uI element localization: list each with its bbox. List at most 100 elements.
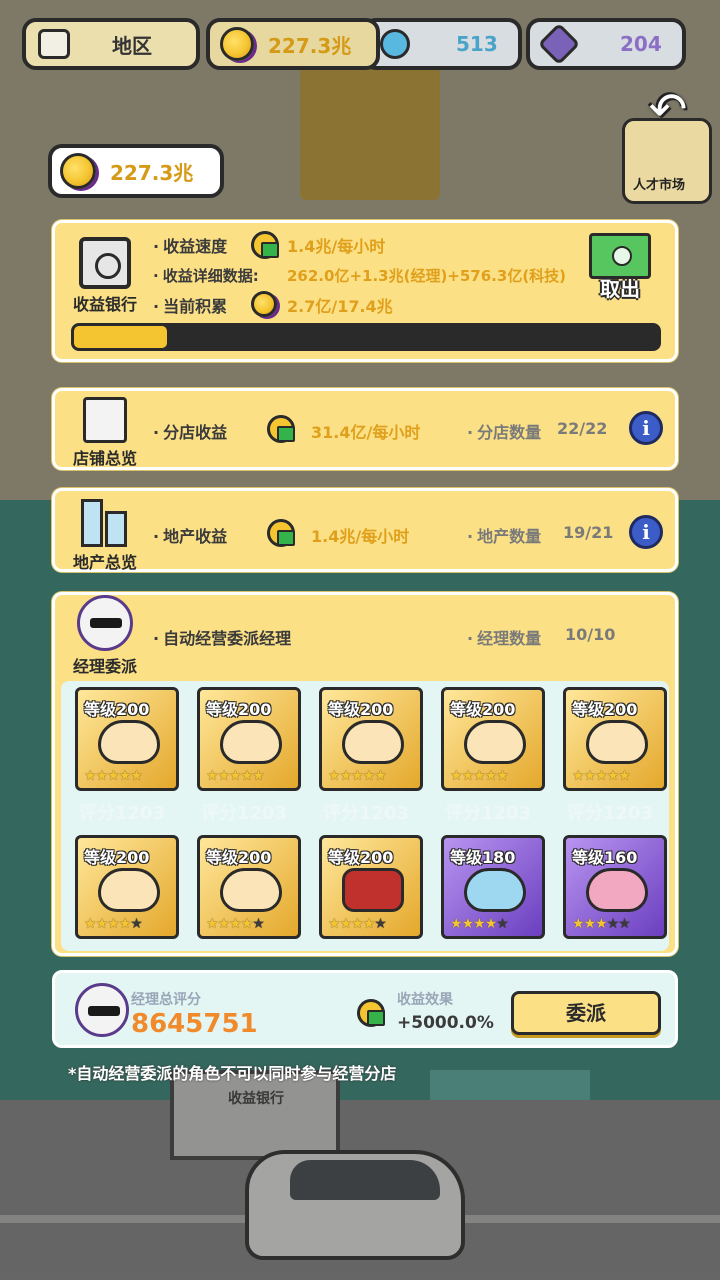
buildings-icon <box>81 499 129 547</box>
star-icon: ★ <box>461 916 475 932</box>
manager-tile[interactable]: 等级200 ★★★★★ <box>441 687 545 791</box>
star-icon: ★ <box>484 916 498 932</box>
manager-tile[interactable]: 等级200 ★★★★★ <box>319 835 423 939</box>
manager-portrait <box>220 868 282 912</box>
shop-icon <box>83 397 127 443</box>
star-icon: ★ <box>84 916 97 932</box>
shops-income-value: 31.4亿/每小时 <box>311 423 421 442</box>
star-rating: ★★★★★ <box>572 768 631 784</box>
balance-value: 227.3兆 <box>110 160 194 185</box>
estate-info-icon[interactable]: i <box>629 515 663 549</box>
star-icon: ★ <box>240 916 254 932</box>
total-score-label: 经理总评分 <box>131 992 201 1008</box>
shops-count-value: 22/22 <box>557 419 608 438</box>
star-icon: ★ <box>328 768 341 784</box>
estate-icon-box: 地产总览 <box>63 493 147 573</box>
manager-level: 等级200 <box>572 700 638 719</box>
manager-tile[interactable]: 等级200 ★★★★★ <box>319 687 423 791</box>
accum-progress-fill <box>74 326 168 348</box>
star-rating: ★★★★★ <box>450 768 509 784</box>
star-icon: ★ <box>473 916 486 932</box>
manager-tile[interactable]: 等级200 ★★★★★ <box>197 835 301 939</box>
manager-score-faded: 评分1203 <box>445 803 532 824</box>
star-rating: ★★★★★ <box>572 916 631 932</box>
manager-portrait <box>586 868 648 912</box>
star-rating: ★★★★★ <box>206 768 265 784</box>
speed-value: 1.4兆/每小时 <box>287 237 386 256</box>
star-icon: ★ <box>618 768 631 784</box>
manager-count-label: 经理数量 <box>467 625 541 649</box>
manager-score-faded: 评分1203 <box>201 803 288 824</box>
coin-icon <box>60 153 96 189</box>
star-icon: ★ <box>362 768 376 784</box>
manager-tile[interactable]: 等级200 ★★★★★ <box>563 687 667 791</box>
effect-value: +5000.0% <box>397 1013 494 1033</box>
withdraw-button[interactable]: 取出 <box>587 233 653 307</box>
manager-tile[interactable]: 等级180 ★★★★★ <box>441 835 545 939</box>
star-icon: ★ <box>107 916 120 932</box>
gem-counter[interactable]: 513 <box>362 18 522 70</box>
region-button[interactable]: 地区 <box>22 18 200 70</box>
star-icon: ★ <box>130 916 143 932</box>
total-score-value: 8645751 <box>131 1009 258 1039</box>
star-icon: ★ <box>229 916 242 932</box>
star-icon: ★ <box>461 768 475 784</box>
manager-tile[interactable]: 等级200 ★★★★★ <box>197 687 301 791</box>
income-chart-icon <box>357 999 385 1027</box>
manager-header: 经理委派 自动经营委派经理 经理数量 10/10 <box>55 595 675 679</box>
manager-portrait <box>586 720 648 764</box>
star-icon: ★ <box>95 916 109 932</box>
coin-balance: 227.3兆 <box>48 144 224 198</box>
coin-icon <box>251 291 277 317</box>
safe-icon <box>79 237 131 289</box>
manager-portrait <box>342 720 404 764</box>
estate-income-value: 1.4兆/每小时 <box>311 527 410 546</box>
back-arrow-icon[interactable]: ↶ <box>640 84 696 134</box>
star-rating: ★★★★★ <box>84 916 143 932</box>
coin-icon <box>220 27 254 61</box>
manager-grid: 等级200 ★★★★★ 评分1203 等级200 ★★★★★ 评分1203 等级200 ★★★… <box>61 681 669 951</box>
manager-assign-card: 经理委派 自动经营委派经理 经理数量 10/10 等级200★★★★★评分120… <box>52 592 678 956</box>
star-icon: ★ <box>572 768 585 784</box>
coin-value: 227.3兆 <box>268 33 352 58</box>
manager-tile[interactable]: 等级160 ★★★★★ <box>563 835 667 939</box>
accum-label: 当前积累 <box>153 293 227 317</box>
estate-caption: 地产总览 <box>72 553 137 572</box>
bank-caption: 收益银行 <box>72 295 137 314</box>
coin-counter[interactable]: 227.3兆 <box>206 18 380 70</box>
manager-portrait <box>464 720 526 764</box>
star-icon: ★ <box>252 916 265 932</box>
star-icon: ★ <box>206 916 219 932</box>
income-chart-icon <box>251 231 279 259</box>
gem-icon <box>380 29 410 59</box>
manager-level: 等级200 <box>450 700 516 719</box>
income-chart-icon <box>267 519 295 547</box>
star-icon: ★ <box>572 916 585 932</box>
shops-icon-box: 店铺总览 <box>63 393 147 469</box>
star-icon: ★ <box>618 916 631 932</box>
crystal-counter[interactable]: 204 <box>526 18 686 70</box>
star-icon: ★ <box>496 916 509 932</box>
shops-info-icon[interactable]: i <box>629 411 663 445</box>
manager-portrait <box>98 720 160 764</box>
shops-overview-card[interactable]: 店铺总览 分店收益 31.4亿/每小时 分店数量 22/22 i <box>52 388 678 470</box>
manager-level: 等级200 <box>328 700 394 719</box>
manager-tile[interactable]: 等级200 ★★★★★ <box>75 687 179 791</box>
star-icon: ★ <box>95 768 109 784</box>
star-icon: ★ <box>351 916 364 932</box>
manager-score-faded: 评分1203 <box>567 803 654 824</box>
accum-progress-bar <box>71 323 661 351</box>
star-icon: ★ <box>473 768 486 784</box>
star-icon: ★ <box>374 916 387 932</box>
star-rating: ★★★★★ <box>84 768 143 784</box>
manager-tile[interactable]: 等级200 ★★★★★ <box>75 835 179 939</box>
speed-label: 收益速度 <box>153 233 227 257</box>
star-icon: ★ <box>130 768 143 784</box>
estate-overview-card[interactable]: 地产总览 地产收益 1.4兆/每小时 地产数量 19/21 i <box>52 488 678 572</box>
cash-icon <box>589 233 651 279</box>
accum-value: 2.7亿/17.4兆 <box>287 297 393 316</box>
assign-button[interactable]: 委派 <box>511 991 661 1035</box>
manager-portrait <box>220 720 282 764</box>
star-icon: ★ <box>606 768 620 784</box>
manager-count-value: 10/10 <box>565 625 616 644</box>
